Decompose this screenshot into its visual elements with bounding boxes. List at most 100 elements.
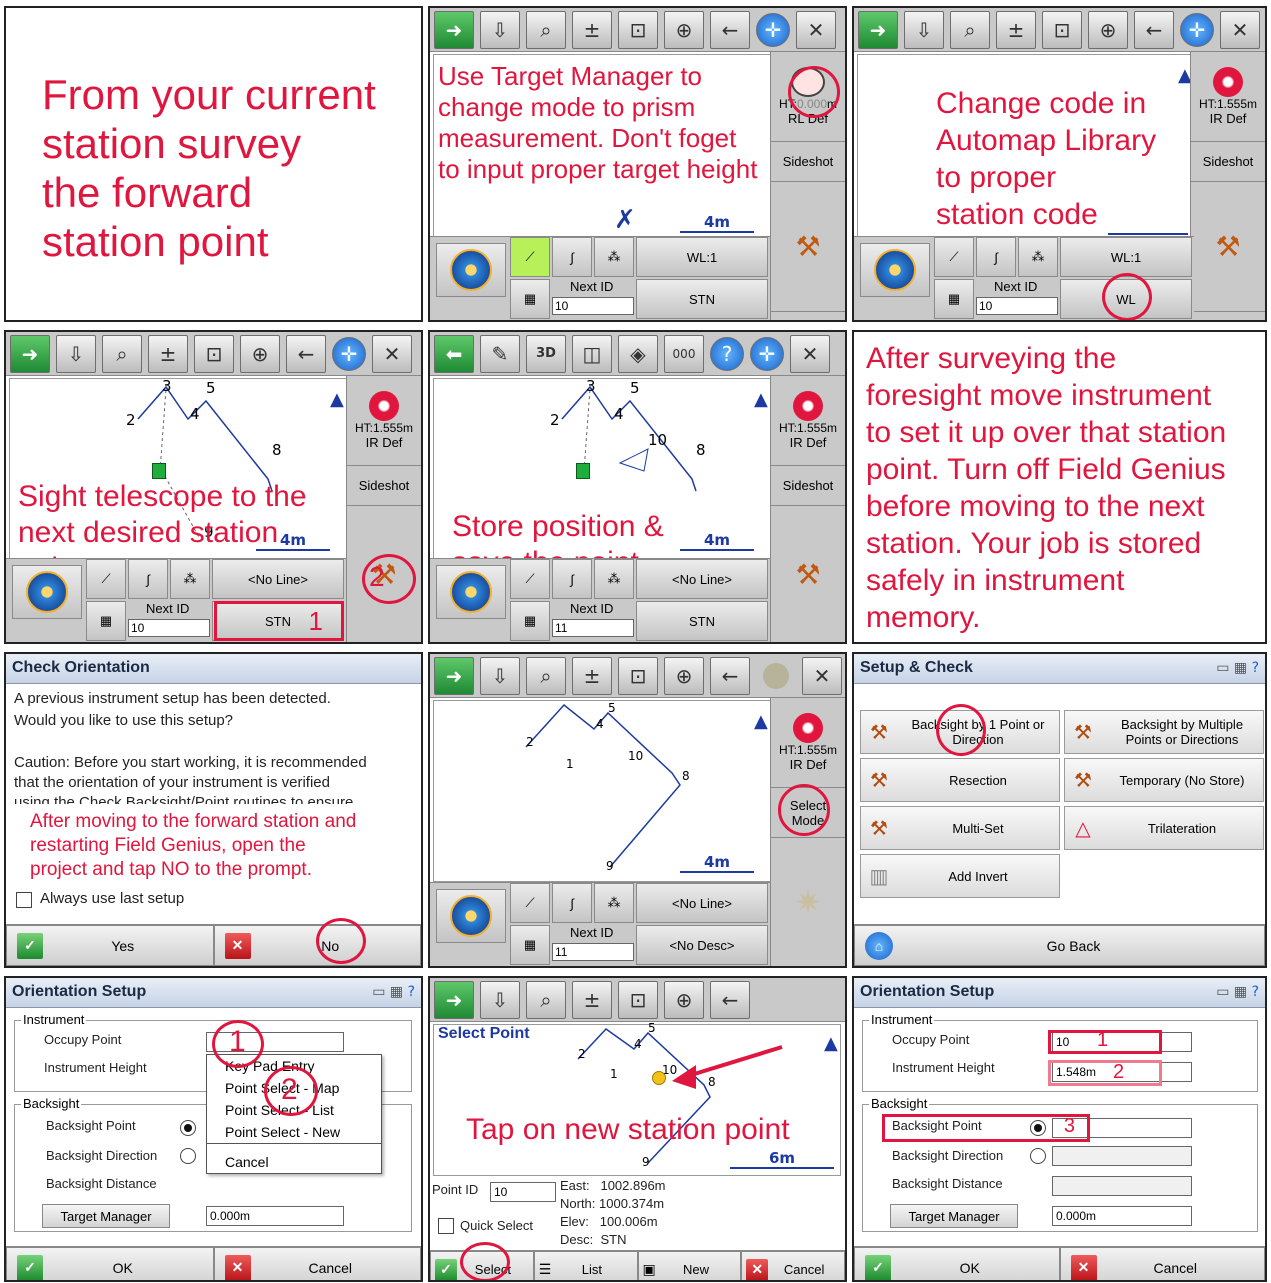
desc-button[interactable]: <No Desc> [636, 925, 768, 965]
zoom-extents-icon[interactable]: ⊡ [1042, 10, 1082, 49]
stn-code-button[interactable]: STN [636, 601, 768, 641]
compass-button[interactable] [860, 243, 930, 297]
cancel-button[interactable]: ✕ Cancel [741, 1251, 845, 1280]
sideshot-button[interactable]: Sideshot [771, 142, 845, 182]
temporary-button[interactable]: ⚒ Temporary (No Store) [1064, 758, 1264, 802]
target-manager-button[interactable]: Target Manager [890, 1204, 1018, 1228]
next-id-input[interactable]: 10 [552, 297, 634, 315]
pan-icon[interactable]: ✛ [332, 336, 366, 371]
layers-icon[interactable]: ◫ [572, 334, 612, 373]
go-icon[interactable]: ➜ [10, 334, 50, 373]
tools-icon[interactable]: ✕ [796, 10, 836, 49]
zoom-window-icon[interactable]: ⌕ [526, 10, 566, 49]
zoom-plus-icon[interactable]: ⊕ [664, 10, 704, 49]
tools-icon[interactable]: ✕ [1220, 10, 1260, 49]
ok-button[interactable]: ✓ OK [854, 1247, 1060, 1280]
cancel-button[interactable]: ✕ Cancel [213, 1247, 421, 1280]
go-icon[interactable]: ➜ [434, 656, 474, 695]
next-id-input[interactable]: 10 [976, 297, 1058, 315]
line-select-button[interactable]: <No Line> [636, 883, 768, 923]
curve-tool-button[interactable]: ∫ [976, 237, 1016, 277]
line-select-button[interactable]: <No Line> [212, 559, 344, 599]
target-cell[interactable]: HT:1.555m IR Def [1191, 52, 1265, 142]
next-id-input[interactable]: 11 [552, 943, 634, 961]
zoom-window-icon[interactable]: ⌕ [950, 10, 990, 49]
back-arrow-icon[interactable]: ← [1134, 10, 1174, 49]
stn-code-button[interactable]: STN [636, 279, 768, 319]
map-area[interactable]: 1 2 4 5 8 9 10 ▲ 4m [433, 700, 771, 882]
distance-field[interactable]: 0.000m [1052, 1206, 1192, 1226]
3d-icon[interactable]: 3D [526, 334, 566, 373]
back-arrow-icon[interactable]: ← [710, 656, 750, 695]
zoom-extents-icon[interactable]: ⊡ [618, 980, 658, 1019]
always-checkbox[interactable] [16, 892, 32, 908]
line-tool-button[interactable]: ⟋ [934, 237, 974, 277]
zoom-in-icon[interactable]: ± [572, 10, 612, 49]
help-icon[interactable]: ? [710, 336, 744, 371]
snap-icon[interactable]: ✎ [480, 334, 520, 373]
layers-button[interactable]: ▦ [510, 279, 550, 319]
zoom-in-icon[interactable]: ± [148, 334, 188, 373]
distance-field[interactable]: 0.000m [206, 1206, 344, 1226]
measure-button[interactable]: ⚒ [771, 506, 845, 642]
measure-button[interactable]: ⚒ [1191, 182, 1265, 312]
multiset-button[interactable]: ⚒ Multi-Set [860, 806, 1060, 850]
compass-button[interactable] [12, 565, 82, 619]
curve-tool-button[interactable]: ∫ [552, 559, 592, 599]
zoom-window-icon[interactable]: ⌕ [526, 980, 566, 1019]
back-arrow-icon[interactable]: ← [710, 10, 750, 49]
zoom-plus-icon[interactable]: ⊕ [1088, 10, 1128, 49]
back-icon[interactable]: ⬅ [434, 334, 474, 373]
zoom-extents-icon[interactable]: ⊡ [194, 334, 234, 373]
line-tool-button[interactable]: ⟋ [510, 237, 550, 277]
layers-button[interactable]: ▦ [934, 279, 974, 319]
selected-point-marker[interactable] [652, 1071, 666, 1085]
zoom-in-icon[interactable]: ± [572, 980, 612, 1019]
zoom-plus-icon[interactable]: ⊕ [664, 656, 704, 695]
layers-button[interactable]: ▦ [86, 601, 126, 641]
bs-dir-field[interactable] [1052, 1146, 1192, 1166]
compass-button[interactable] [436, 243, 506, 297]
zoom-in-icon[interactable]: ± [572, 656, 612, 695]
resection-button[interactable]: ⚒ Resection [860, 758, 1060, 802]
zoom-plus-icon[interactable]: ⊕ [240, 334, 280, 373]
back-arrow-icon[interactable]: ← [286, 334, 326, 373]
next-id-input[interactable]: 11 [552, 619, 634, 637]
tools-icon[interactable]: ✕ [372, 334, 412, 373]
line-tool-button[interactable]: ⟋ [510, 559, 550, 599]
map-area[interactable]: Use Target Manager to change mode to pri… [433, 54, 771, 242]
pan-icon[interactable]: ✛ [750, 336, 784, 371]
tools-icon[interactable]: ✕ [790, 334, 830, 373]
measure-button[interactable]: ✷ [771, 838, 845, 966]
go-back-button[interactable]: ⌂ Go Back [854, 925, 1265, 966]
map-area[interactable]: 2 3 4 5 8 10 ▲ Store position & save the… [433, 377, 771, 579]
bs-dir-radio[interactable] [180, 1148, 196, 1164]
add-invert-button[interactable]: ▥ Add Invert [860, 854, 1060, 898]
line-select-button[interactable]: <No Line> [636, 559, 768, 599]
zoom-in-icon[interactable]: ± [996, 10, 1036, 49]
ok-button[interactable]: ✓ OK [6, 1247, 214, 1280]
point-tool-button[interactable]: ⁂ [594, 559, 634, 599]
pan-icon[interactable]: ✛ [1180, 12, 1214, 47]
measure-button[interactable]: ⚒ [771, 182, 845, 312]
quick-select-checkbox[interactable] [438, 1218, 454, 1234]
target-cell[interactable]: HT:1.555m IR Def [771, 698, 845, 788]
back-arrow-icon[interactable]: ← [710, 980, 750, 1019]
point-tool-button[interactable]: ⁂ [594, 237, 634, 277]
go-icon[interactable]: ➜ [434, 980, 474, 1019]
instrument-icon[interactable]: ⇩ [56, 334, 96, 373]
point-id-field[interactable]: 10 [490, 1182, 556, 1202]
instrument-icon[interactable]: ⇩ [480, 656, 520, 695]
bs-dir-radio[interactable] [1030, 1148, 1046, 1164]
zoom-window-icon[interactable]: ⌕ [102, 334, 142, 373]
line-tool-button[interactable]: ⟋ [86, 559, 126, 599]
point-tool-button[interactable]: ⁂ [1018, 237, 1058, 277]
map-area[interactable]: 2 3 4 5 8 9 ▲ Sight telescope to the nex… [9, 377, 347, 585]
point-tool-button[interactable]: ⁂ [594, 883, 634, 923]
pan-icon[interactable]: ✛ [756, 12, 790, 47]
sideshot-button[interactable]: Sideshot [347, 466, 421, 506]
backsight-multiple-button[interactable]: ⚒ Backsight by Multiple Points or Directi… [1064, 710, 1264, 754]
zoom-window-icon[interactable]: ⌕ [526, 656, 566, 695]
target-cell[interactable]: HT:1.555m IR Def [771, 376, 845, 466]
instrument-icon[interactable]: ⇩ [480, 10, 520, 49]
